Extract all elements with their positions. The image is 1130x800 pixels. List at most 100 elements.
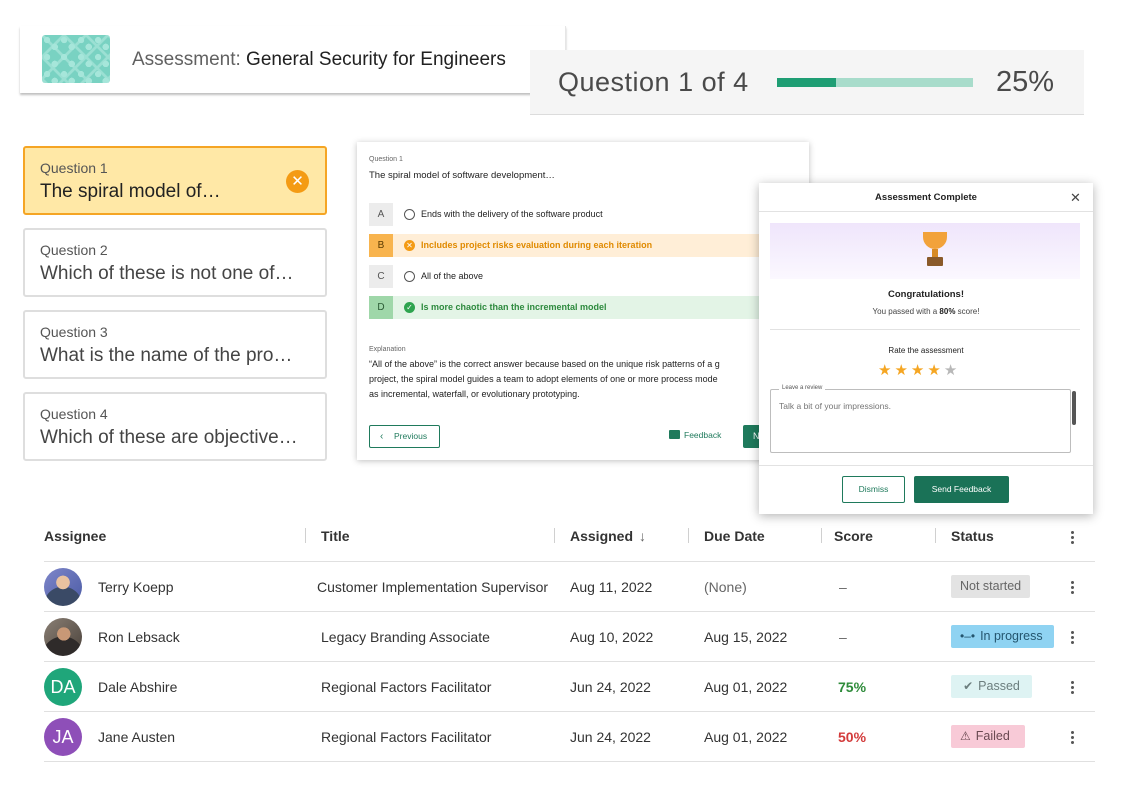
table-row[interactable]: Terry Koepp Customer Implementation Supe… bbox=[44, 562, 1095, 612]
option-d[interactable]: D ✓ Is more chaotic than the incremental… bbox=[369, 296, 809, 319]
previous-button[interactable]: ‹ Previous bbox=[369, 425, 440, 448]
chevron-left-icon: ‹ bbox=[380, 431, 384, 442]
score: 50% bbox=[838, 729, 867, 745]
more-vert-icon[interactable] bbox=[1071, 631, 1075, 645]
column-assignee[interactable]: Assignee bbox=[44, 528, 106, 544]
score: – bbox=[839, 629, 847, 645]
question-number: Question 2 bbox=[40, 242, 108, 258]
more-vert-icon[interactable] bbox=[1071, 731, 1075, 745]
feedback-button[interactable]: Feedback bbox=[669, 430, 721, 440]
passed-message: You passed with a 80% score! bbox=[872, 307, 980, 316]
send-feedback-button[interactable]: Send Feedback bbox=[914, 476, 1009, 503]
column-status[interactable]: Status bbox=[951, 528, 994, 544]
due-date: (None) bbox=[704, 579, 747, 595]
question-item-3[interactable]: Question 3 What is the name of the pro… bbox=[23, 310, 327, 379]
column-due-date[interactable]: Due Date bbox=[704, 528, 765, 544]
column-divider[interactable] bbox=[935, 528, 936, 543]
due-date: Aug 01, 2022 bbox=[704, 679, 788, 695]
explanation-label: Explanation bbox=[369, 346, 406, 353]
assessment-title: Regional Factors Facilitator bbox=[321, 679, 492, 695]
assessment-header: Assessment: General Security for Enginee… bbox=[20, 26, 566, 93]
question-item-4[interactable]: Question 4 Which of these are objective… bbox=[23, 392, 327, 461]
progress-bar bbox=[777, 78, 973, 87]
column-divider[interactable] bbox=[305, 528, 306, 543]
question-preview: What is the name of the pro… bbox=[40, 345, 293, 366]
progress-bar-fill bbox=[777, 78, 836, 87]
option-c[interactable]: C All of the above bbox=[369, 265, 809, 288]
column-assigned[interactable]: Assigned ↓ bbox=[570, 528, 646, 544]
score: 75% bbox=[838, 679, 867, 695]
dismiss-button[interactable]: Dismiss bbox=[842, 476, 905, 503]
assigned-date: Jun 24, 2022 bbox=[570, 679, 651, 695]
assignee-name: Terry Koepp bbox=[98, 579, 174, 595]
assignee-name: Dale Abshire bbox=[98, 679, 178, 695]
question-label: Question 1 bbox=[369, 156, 403, 163]
question-preview: Which of these are objective… bbox=[40, 427, 298, 448]
question-preview: Which of these is not one of… bbox=[40, 263, 294, 284]
assessment-name: General Security for Engineers bbox=[246, 49, 506, 70]
star-icon[interactable]: ★ bbox=[927, 362, 943, 379]
question-text: The spiral model of software development… bbox=[369, 170, 555, 181]
column-title[interactable]: Title bbox=[321, 528, 350, 544]
star-icon[interactable]: ★ bbox=[944, 362, 960, 379]
table-row[interactable]: JA Jane Austen Regional Factors Facilita… bbox=[44, 712, 1095, 762]
sort-arrow-icon[interactable]: ↓ bbox=[639, 528, 646, 544]
column-divider[interactable] bbox=[554, 528, 555, 543]
more-vert-icon[interactable] bbox=[1071, 681, 1075, 695]
question-number: Question 1 bbox=[40, 160, 108, 176]
star-icon[interactable]: ★ bbox=[911, 362, 927, 379]
option-a[interactable]: A Ends with the delivery of the software… bbox=[369, 203, 809, 226]
table-row[interactable]: Ron Lebsack Legacy Branding Associate Au… bbox=[44, 612, 1095, 662]
star-icon[interactable]: ★ bbox=[878, 362, 894, 379]
star-rating[interactable]: ★★★★★ bbox=[878, 361, 960, 379]
assessment-title: Regional Factors Facilitator bbox=[321, 729, 492, 745]
column-divider[interactable] bbox=[821, 528, 822, 543]
star-icon[interactable]: ★ bbox=[894, 362, 910, 379]
progress-dots-icon: •–• bbox=[960, 629, 976, 643]
avatar bbox=[44, 618, 82, 656]
congrats-heading: Congratulations! bbox=[888, 289, 964, 300]
assigned-date: Aug 10, 2022 bbox=[570, 629, 654, 645]
progress-label: Question 1 of 4 bbox=[558, 67, 749, 97]
column-divider[interactable] bbox=[688, 528, 689, 543]
progress-card: Question 1 of 4 25% bbox=[530, 50, 1084, 115]
option-b[interactable]: B ✕ Includes project risks evaluation du… bbox=[369, 234, 809, 257]
more-vert-icon[interactable] bbox=[1071, 581, 1075, 595]
question-panel: Question 1 The spiral model of software … bbox=[357, 142, 809, 460]
verified-check-icon: ✔ bbox=[963, 679, 974, 693]
rate-label: Rate the assessment bbox=[888, 346, 964, 355]
assessment-complete-dialog: Assessment Complete ✕ Congratulations! Y… bbox=[759, 183, 1093, 514]
avatar bbox=[44, 568, 82, 606]
more-vert-icon[interactable] bbox=[1071, 531, 1075, 545]
header-title: Assessment: General Security for Enginee… bbox=[132, 49, 506, 70]
close-icon[interactable]: ✕ bbox=[1070, 190, 1081, 206]
feedback-icon bbox=[669, 430, 680, 439]
explanation-text: “All of the above” is the correct answer… bbox=[369, 359, 720, 399]
scrollbar[interactable] bbox=[1072, 391, 1076, 425]
assignee-name: Ron Lebsack bbox=[98, 629, 180, 645]
incorrect-icon: ✕ bbox=[404, 240, 415, 251]
table-header: Assignee Title Assigned ↓ Due Date Score … bbox=[44, 516, 1095, 562]
question-preview: The spiral model of… bbox=[40, 181, 221, 202]
divider bbox=[770, 329, 1080, 330]
question-item-2[interactable]: Question 2 Which of these is not one of… bbox=[23, 228, 327, 297]
table-row[interactable]: DA Dale Abshire Regional Factors Facilit… bbox=[44, 662, 1095, 712]
review-field[interactable]: Leave a review bbox=[770, 385, 1071, 453]
warning-icon: ⚠ bbox=[960, 729, 971, 743]
assigned-date: Aug 11, 2022 bbox=[570, 579, 653, 595]
score: – bbox=[839, 579, 847, 595]
due-date: Aug 15, 2022 bbox=[704, 629, 788, 645]
assignee-name: Jane Austen bbox=[98, 729, 176, 745]
assigned-date: Jun 24, 2022 bbox=[570, 729, 651, 745]
due-date: Aug 01, 2022 bbox=[704, 729, 788, 745]
question-item-1[interactable]: Question 1 The spiral model of… ✕ bbox=[23, 146, 327, 215]
column-score[interactable]: Score bbox=[834, 528, 873, 544]
review-input[interactable] bbox=[779, 401, 1059, 411]
incorrect-icon: ✕ bbox=[286, 170, 309, 193]
status-badge: Not started bbox=[951, 575, 1030, 598]
progress-percent: 25% bbox=[996, 66, 1055, 98]
correct-icon: ✓ bbox=[404, 302, 415, 313]
radio-icon bbox=[404, 209, 415, 220]
question-number: Question 4 bbox=[40, 406, 108, 422]
divider bbox=[759, 211, 1093, 212]
